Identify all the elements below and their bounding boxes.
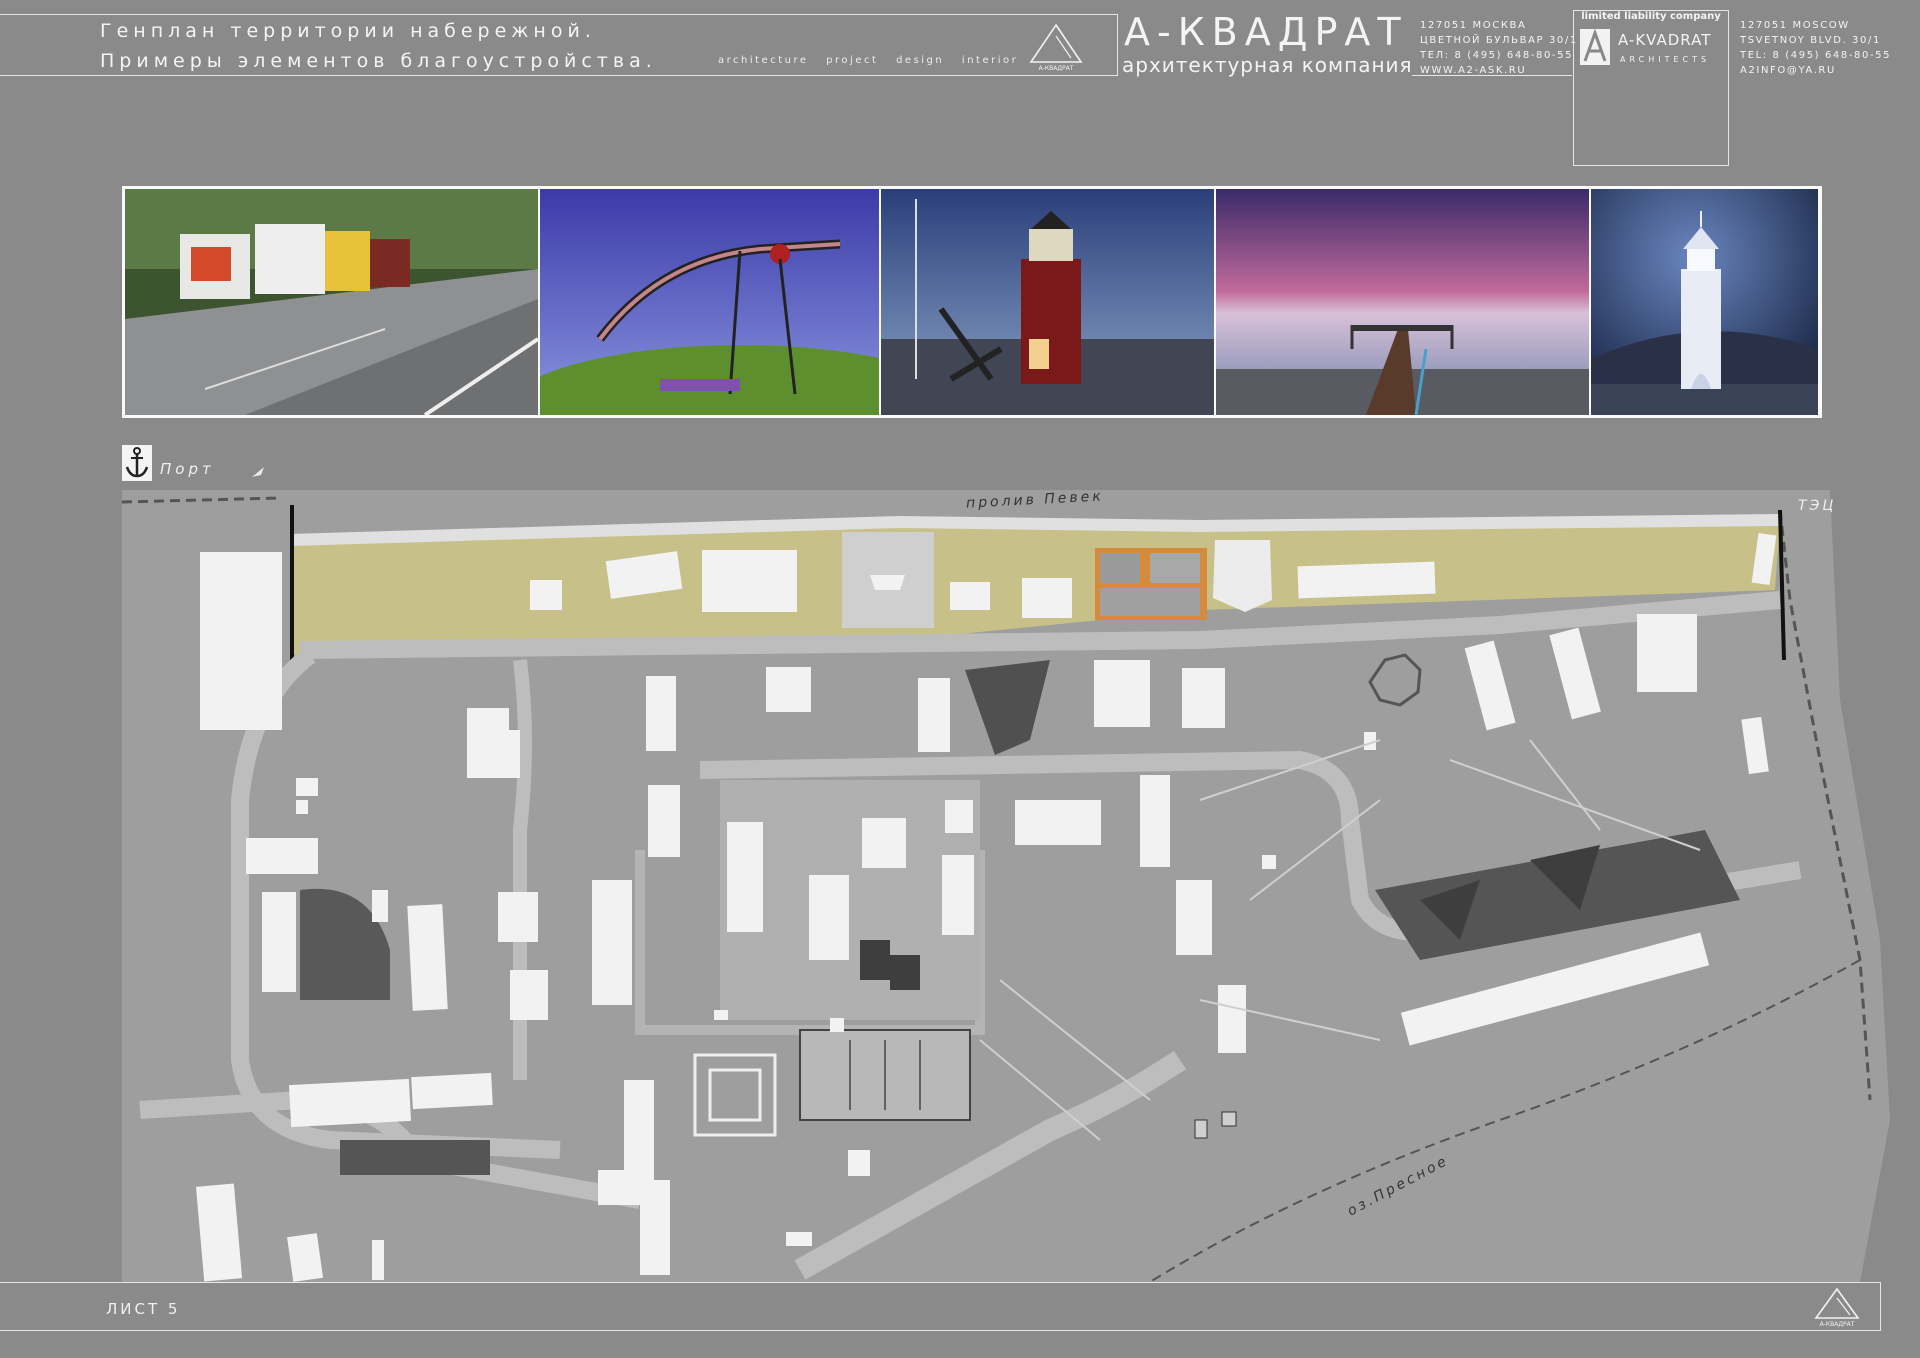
building [262,892,296,992]
building [372,890,388,922]
building [648,785,680,857]
building [530,580,562,610]
building [407,904,448,1011]
dark-plot [340,1140,490,1175]
building [1094,660,1150,727]
building [714,1010,728,1020]
building [702,550,797,612]
building [942,855,974,935]
building [786,1232,812,1246]
master-plan [121,490,1890,1283]
building [950,582,990,610]
building [296,778,318,796]
building [411,1072,493,1110]
building [1262,855,1276,869]
building [1637,614,1697,692]
building [200,552,282,730]
building [246,838,318,874]
building [372,1240,384,1280]
building [848,1150,870,1176]
building [1015,800,1101,845]
footer-rule-top [0,1282,1880,1283]
building [480,730,520,778]
building [510,970,548,1020]
footer-logo-text: А-КВАДРАТ [1820,1321,1855,1328]
building [592,880,632,1005]
building [1218,985,1246,1053]
building [1182,668,1225,728]
building [945,800,973,833]
building [640,1180,670,1275]
footer-triangle-logo-icon: А-КВАДРАТ [1806,1286,1868,1328]
building [1297,561,1436,599]
building [830,1018,844,1032]
sheet-number: ЛИСТ 5 [106,1300,181,1318]
building [498,892,538,942]
building [598,1170,643,1205]
building [1022,578,1072,618]
building [809,875,849,960]
building [918,678,950,752]
building [1194,1119,1208,1139]
building [1176,880,1212,955]
building [766,667,811,712]
footer-rule-right [1880,1282,1881,1331]
building [1140,775,1170,867]
building [1221,1111,1237,1127]
pavilion [1213,540,1272,612]
building [296,800,308,814]
building [646,676,676,751]
building [727,822,763,932]
tec-label: ТЭЦ [1798,498,1837,514]
building [288,1078,412,1128]
building [862,818,906,868]
footer-rule-bottom [0,1330,1880,1331]
building [287,1233,324,1282]
